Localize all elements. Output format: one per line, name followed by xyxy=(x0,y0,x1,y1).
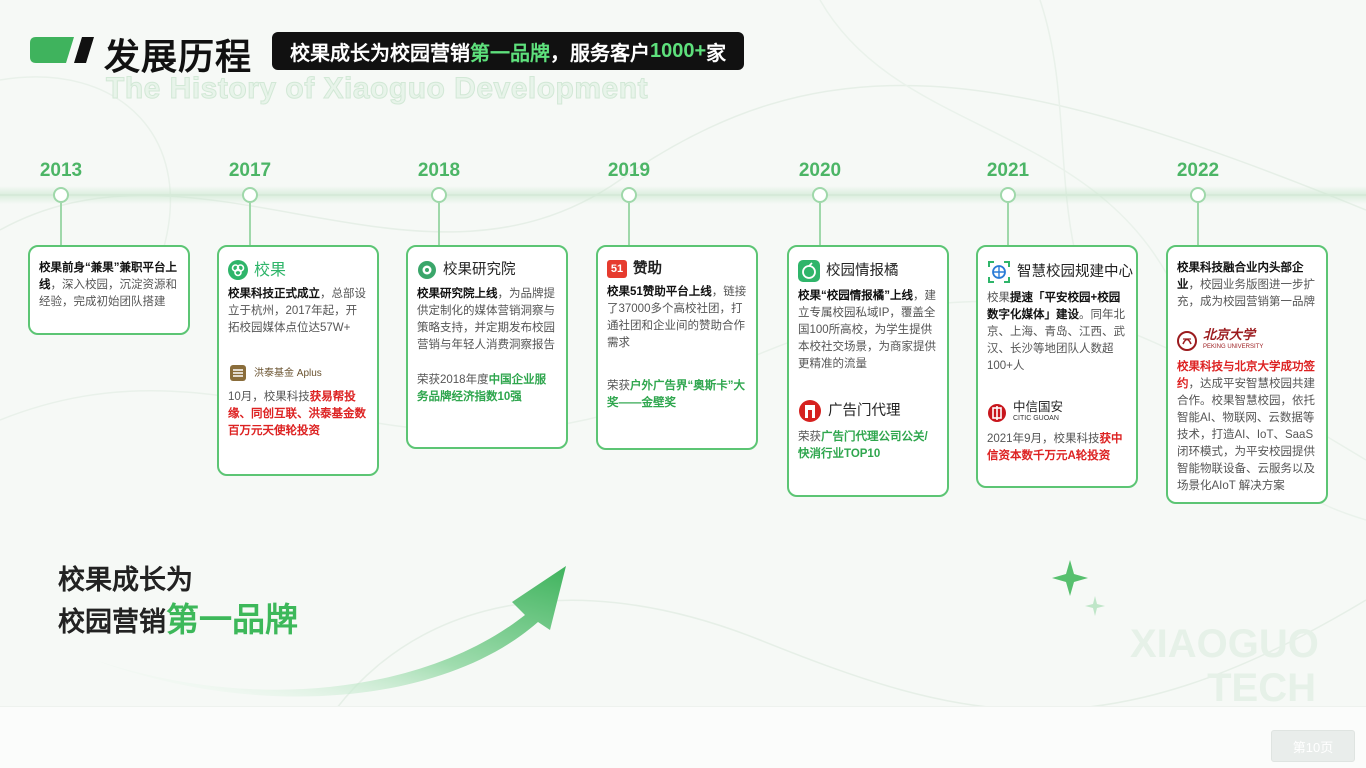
brand-logo-icon xyxy=(30,37,94,63)
slogan-banner: 校果成长为校园营销 第一品牌 ，服务客户 1000+ 家 xyxy=(272,32,745,70)
timeline-stem xyxy=(628,203,630,245)
brand-name-secondary: 北京大学 xyxy=(1203,327,1256,342)
brand-name: 校园情报橘 xyxy=(826,262,899,279)
timeline-dot-2017 xyxy=(242,187,258,203)
brand-name: 智慧校园规建中心 xyxy=(1017,263,1133,280)
watermark: XIAOGUO TECH xyxy=(1130,622,1319,710)
milestone-card-2021: 智慧校园规建中心 校果提速「平安校园+校园数字化媒体」建设。同年北京、上海、青岛… xyxy=(976,245,1138,488)
year-label-2019: 2019 xyxy=(607,160,651,181)
brand-name-secondary-en: CITIC GUOAN xyxy=(1013,415,1059,422)
footer-bar xyxy=(0,706,1366,768)
card-brand-secondary: 洪泰基金 Aplus xyxy=(228,363,368,383)
card-text-secondary: ，达成平安智慧校园共建合作。校果智慧校园，依托智能AI、物联网、云数据等技术，打… xyxy=(1177,378,1315,492)
bottom-slogan-highlight: 第一品牌 xyxy=(166,601,298,638)
timeline-dot-2013 xyxy=(53,187,69,203)
watermark-line2: TECH xyxy=(1207,666,1316,710)
bottom-slogan-line2-text: 校园营销 xyxy=(58,607,166,637)
brand-name: 校果研究院 xyxy=(443,261,516,278)
brand-name-secondary: 广告门代理 xyxy=(828,402,901,419)
card-headline: 校果51赞助平台上线 xyxy=(607,286,712,298)
brand-name-group: 中信国安 CITIC GUOAN xyxy=(1013,401,1063,425)
slogan-text-2: ，服务客户 xyxy=(550,42,650,65)
card-brand-secondary: 北京大学 PEKING UNIVERSITY xyxy=(1177,327,1317,353)
xiaoguo-logo-icon xyxy=(228,260,248,280)
bottom-slogan-line2: 校园营销第一品牌 xyxy=(58,600,298,642)
card-brand-secondary: 中信国安 CITIC GUOAN xyxy=(987,401,1127,425)
card-text-secondary: 荣获 xyxy=(607,380,630,392)
page-indicator-button[interactable]: 第10页 xyxy=(1271,730,1355,762)
bottom-slogan: 校果成长为 校园营销第一品牌 xyxy=(58,560,298,642)
smart-campus-logo-icon xyxy=(988,261,1010,283)
slogan-highlight-1: 第一品牌 xyxy=(470,42,550,65)
peking-university-logo-icon xyxy=(1177,331,1197,351)
hongtai-fund-logo-icon xyxy=(230,365,246,381)
card-brand: 校果研究院 xyxy=(417,260,557,280)
brand-name-secondary: 洪泰基金 Aplus xyxy=(254,367,322,379)
card-brand: 智慧校园规建中心 xyxy=(987,260,1133,284)
year-label-2018: 2018 xyxy=(417,160,461,181)
timeline-stem xyxy=(1007,203,1009,245)
timeline-stem xyxy=(819,203,821,245)
year-label-2017: 2017 xyxy=(228,160,272,181)
card-text: ，建立专属校园私域IP，覆盖全国100所高校，为学生提供本校社交场景，为商家提供… xyxy=(798,290,936,370)
timeline-dot-2020 xyxy=(812,187,828,203)
orange-news-logo-icon xyxy=(798,260,820,282)
english-subtitle: The History of Xiaoguo Development xyxy=(105,72,649,106)
citic-guoan-logo-icon xyxy=(988,404,1006,422)
timeline-dot-2019 xyxy=(621,187,637,203)
card-text-secondary: 2021年9月，校果科技 xyxy=(987,433,1100,445)
milestone-card-2022: 校果科技融合业内头部企业，校园业务版图进一步扩充，成为校园营销第一品牌 北京大学… xyxy=(1166,245,1328,504)
slogan-text-1: 校果成长为校园营销 xyxy=(290,42,470,65)
year-label-2013: 2013 xyxy=(39,160,83,181)
slogan-highlight-2: 1000+ xyxy=(650,39,707,62)
bottom-slogan-line1: 校果成长为 xyxy=(58,565,193,595)
card-brand-secondary: 广告门代理 xyxy=(798,399,938,423)
card-headline: 校果“校园情报橘”上线 xyxy=(798,290,913,302)
brand-name: 赞助 xyxy=(633,260,662,277)
timeline-stem xyxy=(438,203,440,245)
watermark-line1: XIAOGUO xyxy=(1130,622,1319,666)
card-headline: 校果科技正式成立 xyxy=(228,288,320,300)
card-headline: 校果研究院上线 xyxy=(417,288,498,300)
card-text-secondary: 荣获2018年度 xyxy=(417,374,489,386)
card-brand: 校果 xyxy=(228,260,368,280)
brand-name-secondary-en: PEKING UNIVERSITY xyxy=(1203,344,1264,350)
timeline-axis xyxy=(0,194,1366,196)
milestone-card-2013: 校果前身“兼果”兼职平台上线，深入校园，沉淀资源和经验，完成初始团队搭建 xyxy=(28,245,190,335)
timeline-dot-2018 xyxy=(431,187,447,203)
brand-name-secondary: 中信国安 xyxy=(1013,400,1064,414)
year-label-2020: 2020 xyxy=(798,160,842,181)
brand-name-group: 北京大学 PEKING UNIVERSITY xyxy=(1203,327,1264,353)
milestone-card-2019: 51 赞助 校果51赞助平台上线，链接了37000多个高校社团，打通社团和企业间… xyxy=(596,245,758,450)
card-text-secondary: 荣获 xyxy=(798,431,821,443)
slogan-text-3: 家 xyxy=(706,42,727,65)
research-institute-logo-icon xyxy=(418,261,436,279)
card-text: ，校园业务版图进一步扩充，成为校园营销第一品牌 xyxy=(1177,279,1315,308)
timeline-stem xyxy=(249,203,251,245)
year-label-2022: 2022 xyxy=(1176,160,1220,181)
milestone-card-2018: 校果研究院 校果研究院上线，为品牌提供定制化的媒体营销洞察与策略支持，并定期发布… xyxy=(406,245,568,449)
card-brand: 51 赞助 xyxy=(607,260,747,278)
zanzhu-51-logo-icon: 51 xyxy=(607,260,627,278)
card-text-secondary: 10月，校果科技 xyxy=(228,391,310,403)
timeline-stem xyxy=(60,203,62,245)
year-label-2021: 2021 xyxy=(986,160,1030,181)
brand-name: 校果 xyxy=(254,261,287,279)
card-text: ，深入校园，沉淀资源和经验，完成初始团队搭建 xyxy=(39,279,177,308)
timeline-dot-2021 xyxy=(1000,187,1016,203)
timeline-dot-2022 xyxy=(1190,187,1206,203)
card-text-prefix: 校果 xyxy=(987,292,1010,304)
milestone-card-2017: 校果 校果科技正式成立，总部设立于杭州，2017年起，开拓校园媒体点位达57W+… xyxy=(217,245,379,476)
timeline-stem xyxy=(1197,203,1199,245)
card-brand: 校园情报橘 xyxy=(798,260,938,282)
milestone-card-2020: 校园情报橘 校果“校园情报橘”上线，建立专属校园私域IP，覆盖全国100所高校，… xyxy=(787,245,949,497)
guanggaomen-logo-icon xyxy=(799,400,821,422)
